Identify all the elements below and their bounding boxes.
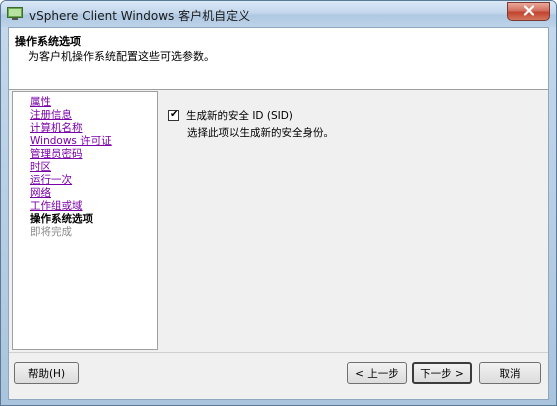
wizard-header: 操作系统选项 为客户机操作系统配置这些可选参数。 xyxy=(9,28,548,90)
step-registration-info[interactable]: 注册信息 xyxy=(13,109,157,122)
step-admin-password[interactable]: 管理员密码 xyxy=(13,148,157,161)
step-properties[interactable]: 属性 xyxy=(13,96,157,109)
footer-divider xyxy=(9,352,548,353)
back-button[interactable]: < 上一步 xyxy=(347,362,407,384)
next-button[interactable]: 下一步 > xyxy=(412,362,472,384)
step-network[interactable]: 网络 xyxy=(13,187,157,200)
vsphere-app-icon xyxy=(7,7,23,21)
page-subtitle: 为客户机操作系统配置这些可选参数。 xyxy=(28,50,215,63)
step-computer-name[interactable]: 计算机名称 xyxy=(13,122,157,135)
window-title: vSphere Client Windows 客户机自定义 xyxy=(29,9,251,23)
wizard-step-list: 属性 注册信息 计算机名称 Windows 许可证 管理员密码 时区 运行一次 … xyxy=(12,91,158,350)
dialog-window: vSphere Client Windows 客户机自定义 操作系统选项 为客户… xyxy=(0,0,557,406)
step-ready-to-complete: 即将完成 xyxy=(30,226,72,238)
step-windows-license[interactable]: Windows 许可证 xyxy=(13,135,157,148)
generate-sid-label[interactable]: 生成新的安全 ID (SID) xyxy=(186,108,293,123)
page-title: 操作系统选项 xyxy=(15,35,81,48)
close-button[interactable] xyxy=(507,2,550,21)
step-os-options: 操作系统选项 xyxy=(30,213,93,225)
help-button[interactable]: 帮助(H) xyxy=(14,362,79,384)
step-time-zone[interactable]: 时区 xyxy=(13,161,157,174)
close-icon xyxy=(523,4,535,19)
check-mark-icon: ✔ xyxy=(170,109,179,120)
generate-sid-description: 选择此项以生成新的安全身份。 xyxy=(187,127,334,139)
dialog-client-area: 操作系统选项 为客户机操作系统配置这些可选参数。 属性 注册信息 计算机名称 W… xyxy=(8,27,549,400)
generate-sid-checkbox[interactable]: ✔ xyxy=(168,109,179,121)
step-run-once[interactable]: 运行一次 xyxy=(13,174,157,187)
cancel-button[interactable]: 取消 xyxy=(479,362,541,384)
step-workgroup-domain[interactable]: 工作组或域 xyxy=(13,200,157,213)
wizard-content: ✔ 生成新的安全 ID (SID) 选择此项以生成新的安全身份。 xyxy=(161,91,547,350)
generate-sid-option[interactable]: ✔ 生成新的安全 ID (SID) xyxy=(168,108,293,123)
title-bar[interactable]: vSphere Client Windows 客户机自定义 xyxy=(1,1,556,27)
